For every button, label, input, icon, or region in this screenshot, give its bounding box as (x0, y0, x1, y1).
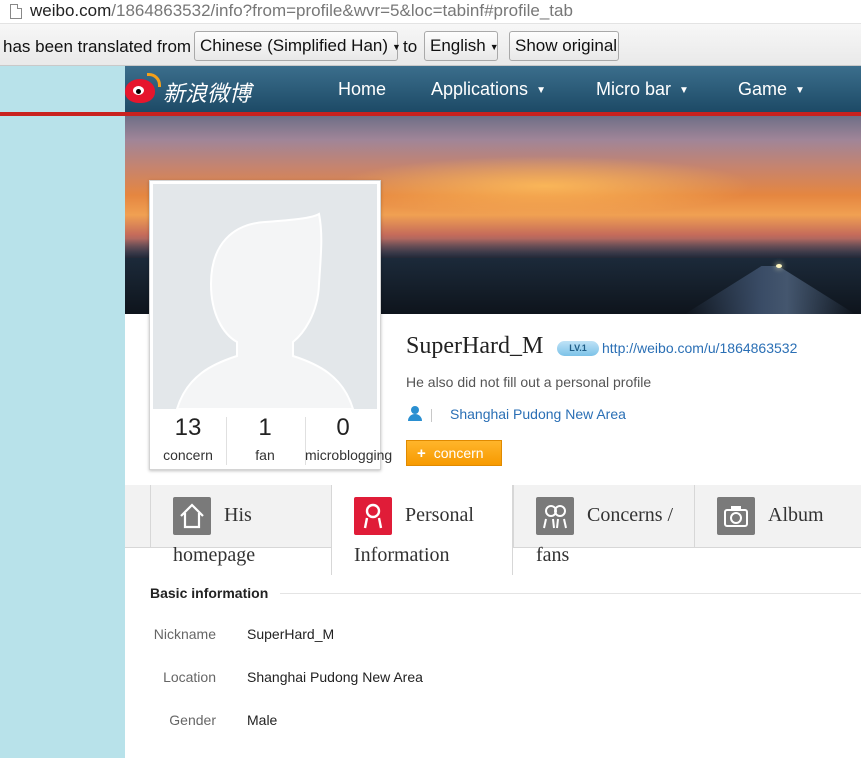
caret-down-icon: ▼ (536, 84, 546, 96)
top-nav: 新浪微博 Home Applications ▼ Micro bar ▼ Game ▼ (125, 66, 861, 112)
avatar[interactable] (153, 184, 377, 409)
sunset-glow (335, 156, 755, 216)
stat-microblogging[interactable]: 0 microblogging (305, 413, 393, 463)
avatar-card: 13 concern 1 fan 0 microblogging (149, 180, 393, 470)
stat-concern-value: 13 (174, 414, 202, 441)
nav-game[interactable]: Game ▼ (738, 79, 805, 100)
tab-concerns-fans[interactable]: Concerns / fans (513, 485, 694, 566)
profile-url-link[interactable]: http://weibo.com/u/1864863532 (602, 340, 797, 356)
stat-concern[interactable]: 13 concern (150, 413, 226, 463)
profile-bio: He also did not fill out a personal prof… (406, 374, 652, 390)
address-bar[interactable]: weibo.com/1864863532/info?from=profile&w… (0, 0, 861, 24)
stat-fan-value: 1 (258, 414, 272, 441)
nav-micro-bar[interactable]: Micro bar ▼ (596, 79, 689, 100)
gender-label: Gender (169, 712, 216, 728)
default-avatar-icon (175, 212, 355, 409)
camera-icon (717, 497, 755, 535)
location-value: Shanghai Pudong New Area (247, 669, 423, 685)
tab-concerns-fans-label-2: fans (536, 544, 570, 566)
profile-username: SuperHard_M (406, 333, 544, 359)
location-label: Location (163, 669, 216, 685)
person-icon (354, 497, 392, 535)
nav-applications-label: Applications (431, 79, 529, 99)
weibo-logo[interactable]: 新浪微博 (125, 73, 265, 107)
follow-button-label: concern (433, 445, 484, 461)
translate-connector: to (403, 37, 418, 56)
stat-microblogging-label: microblogging (305, 447, 393, 463)
caret-down-icon: ▼ (392, 41, 401, 52)
caret-down-icon: ▼ (489, 41, 499, 52)
nav-game-label: Game (738, 79, 788, 99)
home-icon (173, 497, 211, 535)
level-badge[interactable]: LV.1 (557, 341, 599, 356)
nav-applications[interactable]: Applications ▼ (431, 79, 546, 100)
tab-personal-information[interactable]: Personal Information (331, 485, 513, 575)
tab-concerns-fans-label: Concerns / (587, 504, 674, 526)
weibo-signal-icon (147, 73, 161, 87)
nickname-value: SuperHard_M (247, 626, 335, 642)
gender-value: Male (247, 712, 278, 728)
show-original-button[interactable]: Show original (509, 31, 619, 61)
from-language-value: Chinese (Simplified Han) (200, 36, 389, 55)
plus-icon: + (417, 445, 426, 462)
basic-info-title: Basic information (150, 585, 269, 601)
tab-his-homepage[interactable]: His homepage (150, 485, 331, 566)
tab-his-homepage-label-2: homepage (173, 544, 256, 566)
weibo-eye-pupil (136, 89, 141, 94)
location-link[interactable]: Shanghai Pudong New Area (450, 406, 626, 422)
people-icon (536, 497, 574, 535)
stat-concern-label: concern (163, 447, 213, 463)
nav-home-label: Home (338, 79, 387, 99)
translate-prefix: has been translated from (3, 37, 192, 56)
caret-down-icon: ▼ (795, 84, 805, 96)
left-sidebar (0, 66, 125, 758)
translate-bar: has been translated from Chinese (Simpli… (0, 24, 861, 66)
follow-button[interactable]: + concern (406, 440, 502, 466)
stat-fan[interactable]: 1 fan (227, 413, 303, 463)
distant-light (776, 264, 782, 268)
tab-album-label: Album (768, 504, 824, 526)
section-divider (280, 593, 861, 594)
gender-person-icon (408, 406, 422, 422)
stat-fan-label: fan (255, 447, 275, 463)
tab-personal-information-label-2: Information (354, 544, 450, 566)
tab-album[interactable]: Album (694, 485, 861, 548)
from-language-select[interactable]: Chinese (Simplified Han) ▼ (194, 31, 401, 61)
url-text[interactable]: weibo.com/1864863532/info?from=profile&w… (30, 1, 573, 21)
nav-home[interactable]: Home (338, 79, 386, 100)
info-divider (431, 409, 432, 422)
page-icon (10, 4, 22, 19)
to-language-select[interactable]: English ▼ (424, 31, 499, 61)
logo-text: 新浪微博 (163, 82, 252, 107)
tab-his-homepage-label: His (224, 504, 252, 526)
nav-micro-bar-label: Micro bar (596, 79, 672, 99)
caret-down-icon: ▼ (679, 84, 689, 96)
stat-microblogging-value: 0 (336, 414, 350, 441)
tab-personal-information-label: Personal (405, 504, 474, 526)
to-language-value: English (430, 36, 486, 55)
nickname-label: Nickname (153, 626, 216, 642)
